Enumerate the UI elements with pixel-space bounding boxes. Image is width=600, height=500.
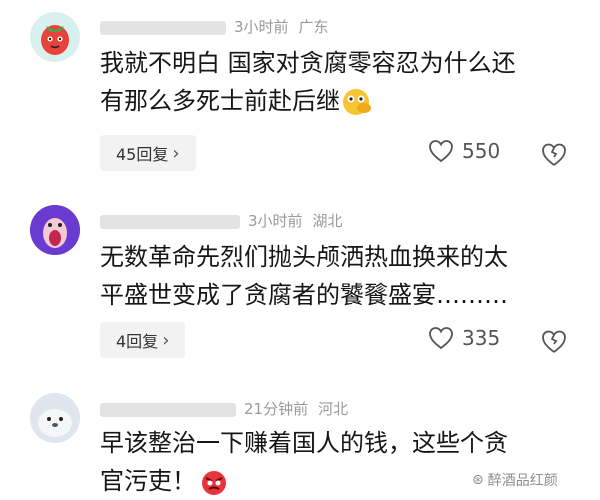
comment-meta: 3小时前 湖北 [100,210,343,231]
comment-line-1: 早该整治一下赚着国人的钱，这些个贪 [100,429,508,457]
comment-time: 21分钟前 [244,400,309,418]
username-redacted[interactable] [100,402,236,417]
replies-button[interactable]: 4回复 › [100,322,186,358]
screaming-avatar-icon [30,205,80,255]
weibo-logo-icon: ⊛ [472,472,484,488]
avatar[interactable] [30,12,80,62]
replies-count: 4回复 [116,332,159,351]
comment-location: 湖北 [312,212,343,230]
comment-text: 早该整治一下赚着国人的钱，这些个贪 官污吏！ [100,424,508,500]
comment-meta: 3小时前 广东 [100,16,329,37]
comment-text: 无数革命先烈们抛头颅洒热血换来的太 平盛世变成了贪腐者的饕餮盛宴……… [100,238,508,314]
chevron-right-icon: › [172,142,180,164]
watermark: ⊛ 醉酒品红颜 [472,470,558,490]
comment-line-1: 我就不明白 国家对贪腐零容忍为什么还 [100,49,516,77]
like-button[interactable]: 550 [428,139,500,163]
chevron-right-icon: › [162,329,170,351]
username-redacted[interactable] [100,214,240,229]
like-count: 550 [462,139,501,163]
comment-time: 3小时前 [234,18,289,36]
avatar[interactable] [30,393,80,443]
angry-emoji-icon [202,471,226,495]
comment-location: 广东 [298,18,329,36]
comment-text: 我就不明白 国家对贪腐零容忍为什么还 有那么多死士前赴后继 [100,44,516,120]
heart-icon [429,327,453,350]
username-redacted[interactable] [100,20,226,35]
thinking-emoji-icon [343,89,371,115]
comment-line-2: 平盛世变成了贪腐者的饕餮盛宴……… [100,281,508,309]
comment-line-2: 官污吏！ [100,467,196,495]
seal-avatar-icon [30,393,80,443]
comment-time: 3小时前 [248,212,303,230]
like-button[interactable]: 335 [428,326,500,350]
comment-line-2: 有那么多死士前赴后继 [100,87,340,115]
replies-count: 45回复 [116,145,169,164]
comment-line-1: 无数革命先烈们抛头颅洒热血换来的太 [100,243,508,271]
like-count: 335 [462,326,501,350]
broken-heart-icon[interactable] [540,327,568,355]
watermark-text: 醉酒品红颜 [487,473,558,489]
comment-location: 河北 [318,400,349,418]
strawberry-avatar-icon [30,12,80,62]
broken-heart-icon[interactable] [540,140,568,168]
replies-button[interactable]: 45回复 › [100,135,196,171]
heart-icon [429,140,453,163]
avatar[interactable] [30,205,80,255]
comment-meta: 21分钟前 河北 [100,398,348,419]
